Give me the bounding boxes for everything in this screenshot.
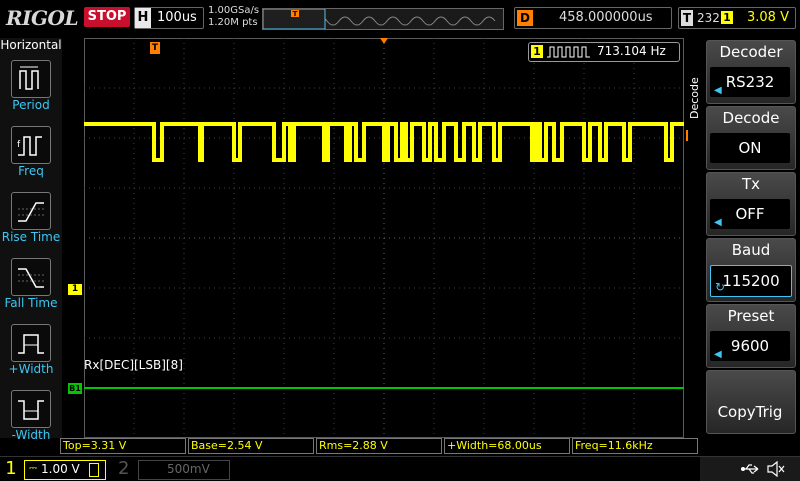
negative-width-label: -Width xyxy=(11,428,51,442)
rise-time-label: Rise Time xyxy=(1,230,61,244)
decode-toggle-menu-item[interactable]: Decode ON xyxy=(706,106,796,170)
waveform-display[interactable]: 1 713.104 Hz Rx[DEC][LSB][8] xyxy=(84,38,684,438)
channel-status-bar: 1 ⎓ 1.00 V 2 500mV xyxy=(0,456,800,481)
decoder-value: ◀ RS232 xyxy=(710,67,790,97)
graticule xyxy=(84,38,684,438)
frequency-icon: f xyxy=(11,126,51,164)
ch1-waveform xyxy=(84,122,684,162)
measure-freq-button[interactable]: f Freq xyxy=(0,122,62,186)
ch1-scale: 1.00 V xyxy=(41,462,80,476)
preset-menu-item[interactable]: Preset ◀ 9600 xyxy=(706,304,796,368)
decoder-menu-item[interactable]: Decoder ◀ RS232 xyxy=(706,40,796,104)
system-icons-area xyxy=(700,457,800,481)
copytrig-value: CopyTrig xyxy=(717,403,783,421)
trigger-label: T xyxy=(681,10,693,26)
menu-side-title: Decode xyxy=(688,77,701,119)
coupling-dc-icon: ⎓ xyxy=(29,463,37,474)
ch2-scale: 500mV xyxy=(167,462,210,476)
tx-value: ◀ OFF xyxy=(710,199,790,229)
period-label: Period xyxy=(12,98,50,112)
timebase-box[interactable]: H 100us xyxy=(134,7,204,29)
measure-positive-width-button[interactable]: +Width xyxy=(0,320,62,384)
period-icon xyxy=(11,60,51,98)
decode-label: Decode xyxy=(722,109,780,127)
freq-label: Freq xyxy=(18,164,44,178)
frequency-counter: 1 713.104 Hz xyxy=(528,42,680,62)
usb-icon xyxy=(741,464,759,474)
ch1-number[interactable]: 1 xyxy=(0,457,22,481)
ch1-scale-box[interactable]: ⎓ 1.00 V xyxy=(24,460,106,480)
measure-rms[interactable]: Rms=2.88 V xyxy=(316,438,442,454)
sound-muted-icon[interactable] xyxy=(766,461,786,477)
timebase-value: 100us xyxy=(157,10,197,25)
tx-menu-item[interactable]: Tx ◀ OFF xyxy=(706,172,796,236)
brand-logo: RIGOL xyxy=(6,6,79,30)
tx-label: Tx xyxy=(741,175,761,193)
trigger-source: 1 xyxy=(721,11,733,24)
measure-frequency[interactable]: Freq=11.6kHz xyxy=(572,438,698,454)
decoder-value-text: RS232 xyxy=(725,73,775,91)
baud-value: ↻ 115200 xyxy=(710,265,792,297)
ch2-number[interactable]: 2 xyxy=(118,457,134,481)
memory-depth: 1.20M pts xyxy=(208,17,258,28)
measure-positive-width[interactable]: +Width=68.00us xyxy=(444,438,570,454)
freq-counter-value: 713.104 Hz xyxy=(597,44,666,58)
trigger-position-letter: T xyxy=(293,10,298,18)
decode-format-label: Rx[DEC][LSB][8] xyxy=(84,358,183,372)
preset-value-text: 9600 xyxy=(730,337,770,355)
top-status-bar: RIGOL STOP H 100us 1.00GSa/s 1.20M pts T… xyxy=(0,0,800,36)
positive-width-icon xyxy=(11,324,51,362)
trigger-type: 232 xyxy=(697,11,720,25)
trigger-level: 3.08 V xyxy=(747,10,789,25)
decoder-label: Decoder xyxy=(719,43,783,61)
rotate-knob-icon: ↻ xyxy=(715,280,726,294)
preset-label: Preset xyxy=(727,307,775,325)
measure-top[interactable]: Top=3.31 V xyxy=(60,438,186,454)
panel-title: Horizontal xyxy=(0,38,62,52)
preset-value: ◀ 9600 xyxy=(710,331,790,361)
measurement-bar: Top=3.31 V Base=2.54 V Rms=2.88 V +Width… xyxy=(60,438,700,454)
baud-label: Baud xyxy=(731,241,771,259)
trigger-position-marker[interactable]: T xyxy=(150,42,160,54)
rise-time-icon xyxy=(11,192,51,230)
trigger-position-icon: T xyxy=(291,10,299,18)
freq-counter-source: 1 xyxy=(531,45,543,58)
delay-label: D xyxy=(517,10,533,26)
trigger-box[interactable]: T 232 1 3.08 V xyxy=(678,7,796,29)
measure-base[interactable]: Base=2.54 V xyxy=(188,438,314,454)
tx-value-text: OFF xyxy=(735,205,765,223)
trigger-center-marker xyxy=(380,38,388,44)
baud-value-text: 115200 xyxy=(722,272,780,290)
decode-value: ON xyxy=(710,133,790,163)
copytrig-menu-item[interactable]: CopyTrig xyxy=(706,370,796,434)
baud-menu-item[interactable]: Baud ↻ 115200 xyxy=(706,238,796,302)
pulse-icon xyxy=(547,46,590,58)
measure-fall-time-button[interactable]: Fall Time xyxy=(0,254,62,318)
delay-value: 458.000000us xyxy=(559,10,653,25)
negative-width-icon xyxy=(11,390,51,428)
left-arrow-icon: ◀ xyxy=(714,217,722,228)
memory-wave-preview: T xyxy=(262,8,496,30)
left-arrow-icon: ◀ xyxy=(714,85,722,96)
sample-info: 1.00GSa/s 1.20M pts xyxy=(208,5,259,29)
run-stop-status[interactable]: STOP xyxy=(84,7,130,27)
horizontal-label: H xyxy=(135,8,151,28)
measure-rise-time-button[interactable]: Rise Time xyxy=(0,188,62,252)
ch2-scale-box[interactable]: 500mV xyxy=(138,460,230,480)
fall-time-icon xyxy=(11,258,51,296)
delay-box[interactable]: D 458.000000us xyxy=(514,7,672,29)
measure-period-button[interactable]: Period xyxy=(0,56,62,120)
bandwidth-limit-icon xyxy=(89,463,99,477)
sample-rate: 1.00GSa/s xyxy=(208,5,260,16)
positive-width-label: +Width xyxy=(8,362,54,376)
ch1-offset-marker[interactable]: 1 xyxy=(68,284,82,295)
horizontal-measure-panel: Horizontal Period f Freq Rise Time Fall … xyxy=(0,38,62,442)
measure-negative-width-button[interactable]: -Width xyxy=(0,386,62,450)
bus1-marker[interactable]: B1 xyxy=(68,383,82,394)
svg-text:f: f xyxy=(17,140,21,150)
fall-time-label: Fall Time xyxy=(4,296,58,310)
memory-position-bar: T xyxy=(262,8,504,30)
left-arrow-icon: ◀ xyxy=(714,349,722,360)
